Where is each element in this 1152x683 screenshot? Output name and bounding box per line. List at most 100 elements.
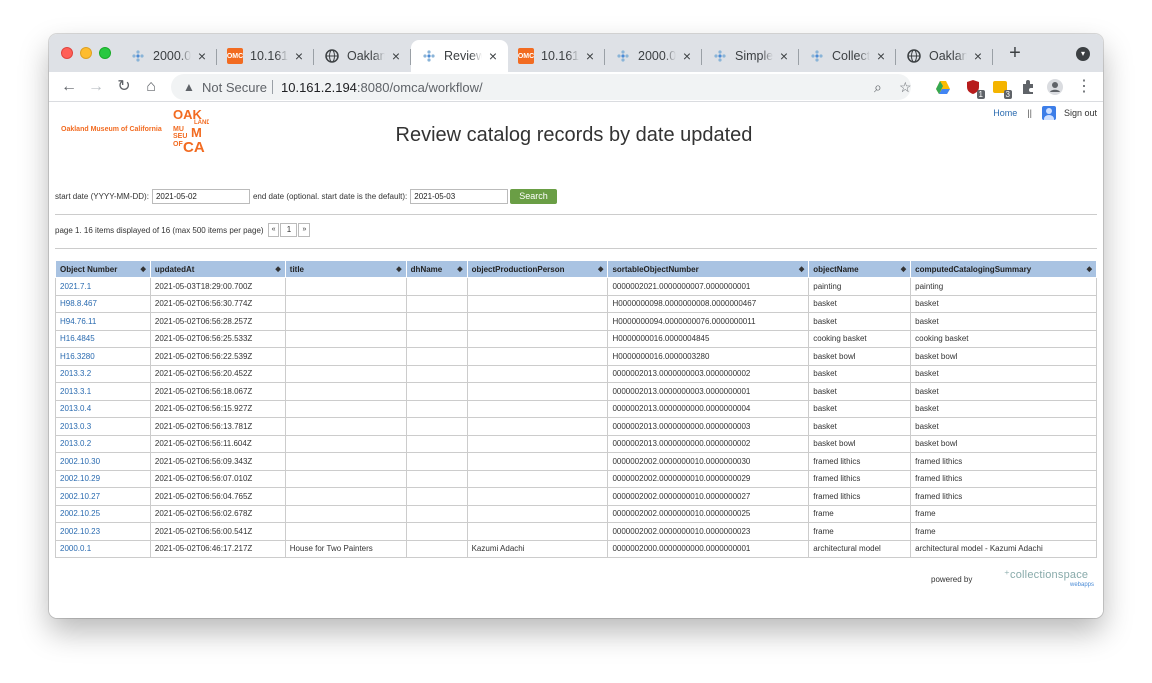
browser-tab[interactable]: OMC 10.161.2 × [508, 40, 605, 72]
column-header-label: dhName [410, 264, 443, 274]
forward-arrow-icon[interactable]: → [87, 78, 105, 96]
table-row: 2013.3.2 2021-05-02T06:56:20.452Z 00000020… [55, 364, 1097, 383]
home-icon[interactable]: ⌂ [142, 78, 160, 96]
link-separator: || [1027, 108, 1032, 118]
table-cell: architectural model [808, 539, 912, 558]
browser-tab[interactable]: Oakland × [314, 40, 411, 72]
table-cell [466, 487, 609, 506]
table-cell: H0000000016.0000004845 [607, 329, 810, 348]
notes-extension-icon[interactable]: 3 [992, 79, 1012, 99]
column-header[interactable]: title ◆ [284, 260, 407, 278]
bookmark-star-icon[interactable]: ☆ [899, 79, 912, 96]
browser-menu-icon[interactable]: ⋮ [1075, 78, 1093, 96]
search-button[interactable]: Search [510, 189, 557, 204]
close-icon[interactable]: × [874, 49, 888, 63]
divider [55, 248, 1097, 249]
close-icon[interactable]: × [195, 49, 209, 63]
column-header[interactable]: Object Number ◆ [55, 260, 151, 278]
table-cell: basket [808, 312, 912, 331]
tab-title: Review c [444, 49, 482, 63]
pager: page 1. 16 items displayed of 16 (max 50… [55, 223, 311, 237]
object-number-link[interactable]: 2002.10.29 [55, 469, 151, 488]
zoom-icon[interactable]: ⌕ [874, 79, 882, 96]
browser-tab[interactable]: Collectio × [799, 40, 896, 72]
table-row: H16.4845 2021-05-02T06:56:25.533Z H0000000… [55, 329, 1097, 348]
tab-title: Oakland [929, 49, 967, 63]
tab-title: Oakland [347, 49, 385, 63]
table-cell: 2021-05-02T06:56:09.343Z [149, 452, 286, 471]
collectionspace-sub: webapps [1070, 582, 1095, 588]
puzzle-extensions-icon[interactable] [1020, 79, 1036, 95]
new-tab-button[interactable]: + [1006, 43, 1024, 63]
column-header[interactable]: objectProductionPerson ◆ [466, 260, 609, 278]
object-number-link[interactable]: 2013.0.4 [55, 399, 151, 418]
browser-tab[interactable]: Review c × [411, 40, 508, 72]
table-cell: 2021-05-02T06:56:04.765Z [149, 487, 286, 506]
home-link[interactable]: Home [993, 108, 1017, 118]
table-cell: 2021-05-02T06:56:07.010Z [149, 469, 286, 488]
pager-next-button[interactable]: » [298, 223, 311, 237]
browser-tab[interactable]: OMC 10.161.2 × [217, 40, 314, 72]
close-icon[interactable]: × [777, 49, 791, 63]
pager-page-input[interactable]: 1 [280, 223, 298, 237]
address-bar[interactable]: ▲ Not Secure 10.161.2.194:8080/omca/work… [171, 74, 912, 100]
drive-extension-icon[interactable] [935, 79, 951, 95]
close-icon[interactable]: × [971, 49, 985, 63]
table-cell [405, 522, 468, 541]
object-number-link[interactable]: H16.4845 [55, 329, 151, 348]
reload-icon[interactable]: ↻ [115, 78, 133, 96]
table-cell [284, 434, 407, 453]
object-number-link[interactable]: 2002.10.25 [55, 504, 151, 523]
object-number-link[interactable]: 2013.3.1 [55, 382, 151, 401]
table-header-row: Object Number ◆ updatedAt ◆ title ◆ dhName ◆ obj… [55, 260, 1097, 278]
object-number-link[interactable]: 2002.10.27 [55, 487, 151, 506]
globe-icon [906, 48, 922, 64]
browser-tab[interactable]: 2000.0.1 × [605, 40, 702, 72]
table-cell [405, 312, 468, 331]
end-date-input[interactable] [410, 189, 509, 204]
table-cell: 2021-05-02T06:56:20.452Z [149, 364, 286, 383]
close-icon[interactable]: × [583, 49, 597, 63]
object-number-link[interactable]: H98.8.467 [55, 294, 151, 313]
table-row: H16.3280 2021-05-02T06:56:22.539Z H0000000… [55, 347, 1097, 366]
column-header[interactable]: objectName ◆ [808, 260, 912, 278]
divider [55, 214, 1097, 215]
object-number-link[interactable]: H94.76.11 [55, 312, 151, 331]
browser-window: 2000.0.1×OMC10.161.2×Oakland×Review c×OM… [49, 34, 1103, 618]
close-icon[interactable]: × [680, 49, 694, 63]
table-cell: 2021-05-02T06:56:00.541Z [149, 522, 286, 541]
pager-prev-button[interactable]: « [267, 223, 280, 237]
browser-tab[interactable]: 2000.0.1 × [120, 40, 217, 72]
table-cell [466, 469, 609, 488]
close-window-button[interactable] [61, 47, 73, 59]
column-header[interactable]: updatedAt ◆ [149, 260, 286, 278]
object-number-link[interactable]: H16.3280 [55, 347, 151, 366]
start-date-label: start date (YYYY-MM-DD): [55, 192, 149, 201]
maximize-window-button[interactable] [99, 47, 111, 59]
column-header[interactable]: sortableObjectNumber ◆ [607, 260, 810, 278]
page-title: Review catalog records by date updated [395, 124, 753, 146]
object-number-link[interactable]: 2002.10.30 [55, 452, 151, 471]
object-number-link[interactable]: 2021.7.1 [55, 277, 151, 296]
object-number-link[interactable]: 2000.0.1 [55, 539, 151, 558]
object-number-link[interactable]: 2013.0.2 [55, 434, 151, 453]
close-icon[interactable]: × [389, 49, 403, 63]
minimize-window-button[interactable] [80, 47, 92, 59]
column-header[interactable]: computedCatalogingSummary ◆ [910, 260, 1097, 278]
object-number-link[interactable]: 2002.10.23 [55, 522, 151, 541]
object-number-link[interactable]: 2013.3.2 [55, 364, 151, 383]
close-icon[interactable]: × [486, 49, 500, 63]
sign-out-link[interactable]: Sign out [1064, 108, 1097, 118]
object-number-link[interactable]: 2013.0.3 [55, 417, 151, 436]
back-arrow-icon[interactable]: ← [60, 78, 78, 96]
profile-avatar-icon[interactable] [1047, 79, 1063, 95]
table-cell: 0000002013.0000000003.0000000002 [607, 364, 810, 383]
column-header[interactable]: dhName ◆ [405, 260, 468, 278]
shield-extension-icon[interactable]: 1 [965, 79, 985, 99]
browser-tab[interactable]: Oakland × [896, 40, 993, 72]
table-cell [466, 399, 609, 418]
start-date-input[interactable] [151, 189, 250, 204]
close-icon[interactable]: × [292, 49, 306, 63]
browser-tab[interactable]: Simple F × [702, 40, 799, 72]
tab-search-icon[interactable]: ▾ [1076, 47, 1090, 61]
